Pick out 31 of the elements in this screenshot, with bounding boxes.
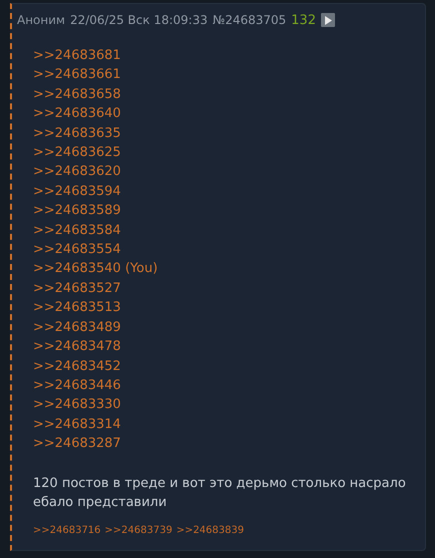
reply-link[interactable]: >>24683584 — [33, 220, 121, 240]
reply-link[interactable]: >>24683661 — [33, 65, 121, 85]
post-number-link[interactable]: №24683705 — [212, 13, 286, 27]
backlink[interactable]: >>24683716 — [33, 524, 101, 536]
reply-link[interactable]: >>24683513 — [33, 298, 121, 318]
reply-link[interactable]: >>24683478 — [33, 337, 121, 356]
reply-link[interactable]: >>24683635 — [33, 124, 121, 144]
reply-link[interactable]: >>24683314 — [33, 414, 121, 434]
reply-link[interactable]: >>24683658 — [33, 84, 121, 104]
reply-link[interactable]: >>24683446 — [33, 376, 121, 396]
reply-link[interactable]: >>24683625 — [33, 143, 121, 162]
reply-link[interactable]: >>24683452 — [33, 356, 121, 376]
backlink[interactable]: >>24683839 — [176, 524, 244, 536]
reply-link[interactable]: >>24683527 — [33, 278, 121, 298]
post-count: 132 — [291, 12, 316, 28]
post-message: 120 постов в треде и вот это дерьмо столько насрало ебало представили — [33, 474, 407, 512]
reply-link[interactable]: >>24683330 — [33, 395, 121, 415]
reply-link[interactable]: >>24683489 — [33, 318, 121, 338]
reply-link[interactable]: >>24683594 — [33, 182, 121, 202]
reply-link[interactable]: >>24683287 — [33, 434, 121, 454]
reply-link[interactable]: >>24683681 — [33, 46, 121, 66]
reply-link[interactable]: >>24683540 (You) — [33, 259, 158, 279]
post-date: 22/06/25 Вск 18:09:33 — [70, 13, 208, 27]
reply-link[interactable]: >>24683640 — [33, 104, 121, 124]
reply-link[interactable]: >>24683554 — [33, 240, 121, 260]
backlink[interactable]: >>24683739 — [104, 524, 172, 536]
play-icon — [324, 16, 332, 24]
reply-link[interactable]: >>24683589 — [33, 201, 121, 221]
reply-link[interactable]: >>24683620 — [33, 162, 121, 182]
play-button[interactable] — [320, 13, 335, 27]
author-name: Аноним — [17, 13, 66, 27]
